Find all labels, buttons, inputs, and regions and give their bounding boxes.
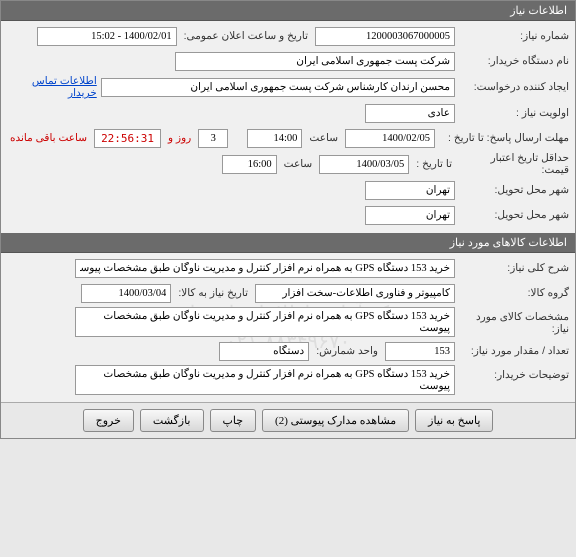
section-header-goods-info: اطلاعات کالاهای مورد نیاز — [1, 233, 575, 253]
input-need-number[interactable] — [315, 27, 455, 46]
label-announce-datetime: تاریخ و ساعت اعلان عمومی: — [184, 30, 308, 42]
label-time-1: ساعت — [309, 132, 338, 144]
label-goods-group: گروه کالا: — [459, 287, 569, 299]
input-deadline-time[interactable] — [247, 129, 302, 148]
input-delivery-city[interactable] — [365, 181, 455, 200]
input-priority[interactable] — [365, 104, 455, 123]
label-creator: ایجاد کننده درخواست: — [459, 81, 569, 93]
input-qty[interactable] — [385, 342, 455, 361]
input-validity-date[interactable] — [319, 155, 409, 174]
label-goods-spec: مشخصات کالای مورد نیاز: — [459, 307, 569, 335]
attachments-button[interactable]: مشاهده مدارک پیوستی (2) — [262, 409, 409, 432]
label-unit: واحد شمارش: — [316, 345, 378, 357]
print-button[interactable]: چاپ — [210, 409, 257, 432]
input-validity-time[interactable] — [222, 155, 277, 174]
label-org-name: نام دستگاه خریدار: — [459, 55, 569, 67]
label-buyer-notes: توضیحات خریدار: — [459, 365, 569, 381]
label-deadline: مهلت ارسال پاسخ: تا تاریخ : — [439, 132, 569, 144]
input-goods-group[interactable] — [255, 284, 455, 303]
input-need-to-date[interactable] — [81, 284, 171, 303]
respond-button[interactable]: پاسخ به نیاز — [415, 409, 493, 432]
input-deadline-date[interactable] — [345, 129, 435, 148]
input-delivery-city-2[interactable] — [365, 206, 455, 225]
link-contact-info[interactable]: اطلاعات تماس خریدار — [7, 75, 97, 99]
input-general-desc[interactable] — [75, 259, 455, 278]
label-to-date: تا تاریخ : — [416, 158, 452, 170]
label-need-to-date: تاریخ نیاز به کالا: — [178, 287, 248, 299]
label-need-number: شماره نیاز: — [459, 30, 569, 42]
label-min-validity: حداقل تاریخ اعتبار قیمت: — [459, 152, 569, 176]
label-delivery-city-2: شهر محل تحویل: — [459, 209, 569, 221]
back-button[interactable]: بازگشت — [140, 409, 204, 432]
label-day-and: روز و — [168, 132, 191, 144]
footer-buttons: پاسخ به نیاز مشاهده مدارک پیوستی (2) چاپ… — [1, 402, 575, 438]
label-priority: اولویت نیاز : — [459, 107, 569, 119]
label-general-desc: شرح کلی نیاز: — [459, 262, 569, 274]
input-creator[interactable] — [101, 78, 455, 97]
input-unit[interactable] — [219, 342, 309, 361]
label-delivery-city: شهر محل تحویل: — [459, 184, 569, 196]
label-time-2: ساعت — [284, 158, 313, 170]
label-remaining: ساعت باقی مانده — [10, 132, 87, 144]
textarea-goods-spec[interactable] — [75, 307, 455, 337]
input-days-left — [198, 129, 228, 148]
textarea-buyer-notes[interactable] — [75, 365, 455, 395]
countdown-timer: 22:56:31 — [94, 129, 161, 148]
exit-button[interactable]: خروج — [83, 409, 134, 432]
input-org-name[interactable] — [175, 52, 455, 71]
label-qty: تعداد / مقدار مورد نیاز: — [459, 345, 569, 357]
input-announce-datetime[interactable] — [37, 27, 177, 46]
section-header-need-info: اطلاعات نیاز — [1, 1, 575, 21]
